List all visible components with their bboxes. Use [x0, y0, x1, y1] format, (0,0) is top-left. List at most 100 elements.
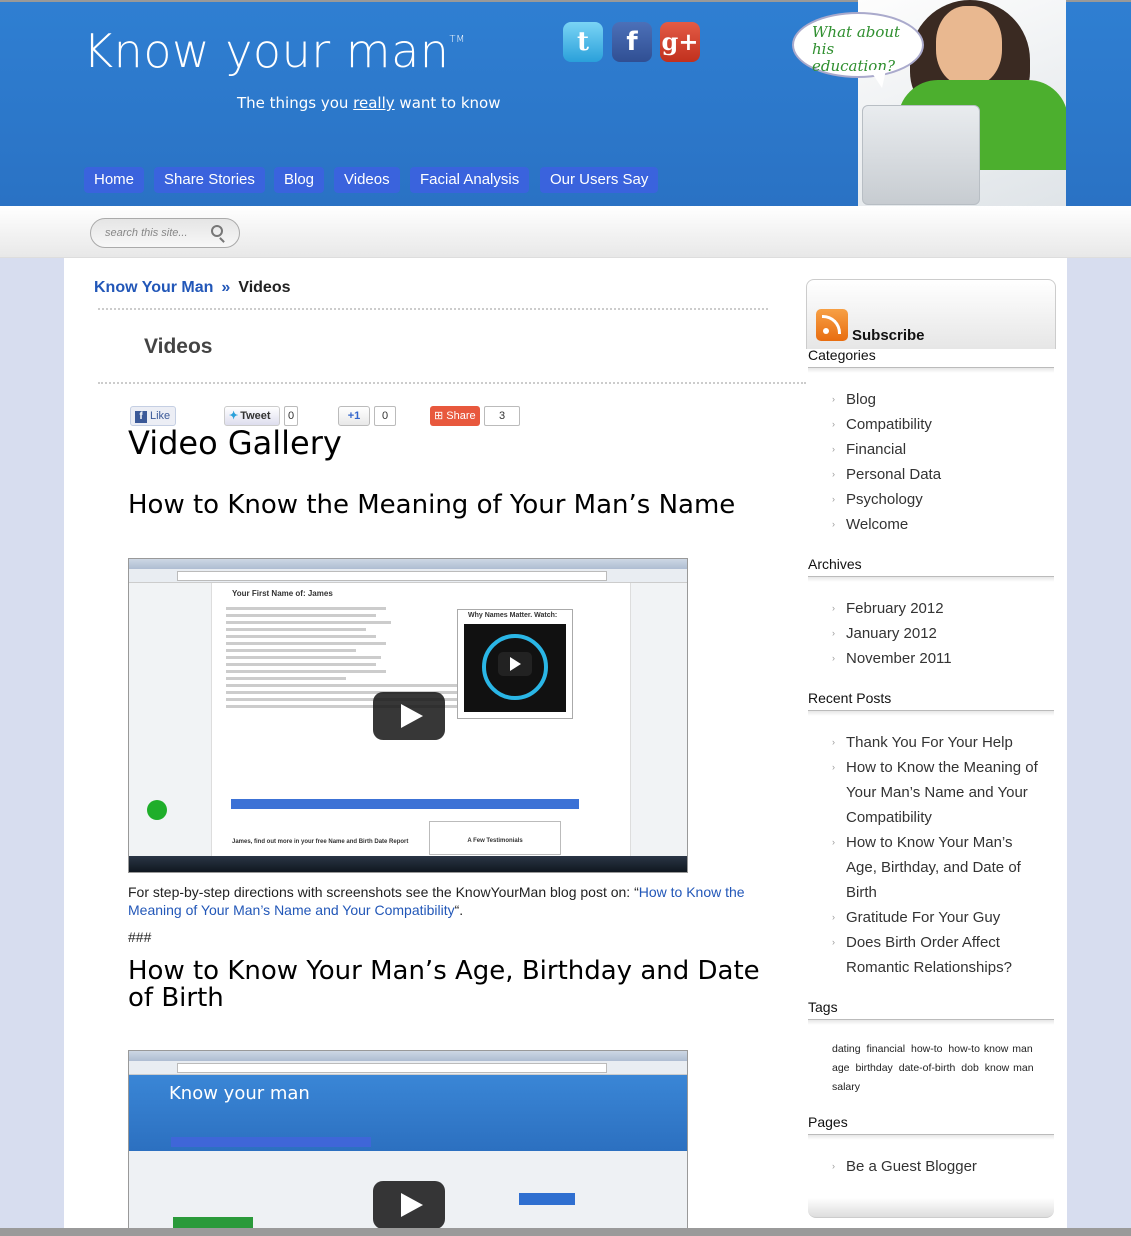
recent-post-link[interactable]: Gratitude For Your Guy: [846, 905, 1000, 930]
divider: [808, 1134, 1054, 1140]
video-player[interactable]: Know your man: [128, 1050, 688, 1230]
speech-bubble-tail: [870, 70, 886, 88]
trademark: TM: [449, 34, 466, 45]
tag-link[interactable]: dob: [961, 1062, 979, 1074]
recent-post-link[interactable]: Your Man’s Name and Your: [846, 780, 1028, 805]
category-link[interactable]: Personal Data: [846, 462, 941, 487]
category-link[interactable]: Blog: [846, 387, 876, 412]
tag-link[interactable]: dating: [832, 1043, 861, 1055]
recent-post-link[interactable]: Thank You For Your Help: [846, 730, 1013, 755]
nav-facial-analysis[interactable]: Facial Analysis: [410, 167, 530, 193]
tag-link[interactable]: how-to know man: [948, 1043, 1032, 1055]
share-count: 3: [484, 406, 520, 426]
archive-link[interactable]: January 2012: [846, 621, 937, 646]
facebook-icon[interactable]: f: [612, 22, 652, 62]
tags-heading: Tags: [808, 999, 838, 1015]
speech-bubble: What about his education?: [792, 12, 924, 78]
tag-link[interactable]: know man: [985, 1062, 1034, 1074]
nav-share-stories[interactable]: Share Stories: [154, 167, 265, 193]
tweet-count: 0: [284, 406, 298, 426]
facebook-like-button[interactable]: f Like: [130, 406, 176, 426]
tag-link[interactable]: how-to: [911, 1043, 943, 1055]
bullet-icon: ›: [832, 1161, 835, 1171]
sidebar-bottom: [808, 1198, 1054, 1218]
tag-link[interactable]: salary: [832, 1081, 860, 1093]
gallery-heading: Video Gallery: [128, 424, 342, 462]
archives-heading: Archives: [808, 556, 862, 572]
video-player[interactable]: Your First Name of: James James, find ou…: [128, 558, 688, 873]
google-plus-one-button[interactable]: +1: [338, 406, 370, 426]
bullet-icon: ›: [832, 628, 835, 638]
tag-link[interactable]: financial: [867, 1043, 906, 1055]
browser-tabs: [129, 1051, 687, 1061]
bullet-icon: ›: [832, 837, 835, 847]
archive-link[interactable]: February 2012: [846, 596, 944, 621]
divider: [808, 710, 1054, 716]
bullet-icon: ›: [832, 419, 835, 429]
breadcrumb-home-link[interactable]: Know Your Man: [94, 279, 213, 296]
bullet-icon: ›: [832, 603, 835, 613]
category-link[interactable]: Welcome: [846, 512, 908, 537]
nav-blog[interactable]: Blog: [274, 167, 325, 193]
video-title: How to Know Your Man’s Age, Birthday and…: [128, 956, 760, 1013]
recent-post-link[interactable]: Compatibility: [846, 805, 932, 830]
video-title: How to Know the Meaning of Your Man’s Na…: [128, 490, 736, 520]
categories-heading: Categories: [808, 347, 876, 363]
taskbar: [129, 856, 687, 872]
divider: [98, 308, 768, 310]
divider: [808, 367, 1054, 373]
bullet-icon: ›: [832, 394, 835, 404]
video-screen-heading: Your First Name of: James: [232, 589, 333, 598]
category-link[interactable]: Compatibility: [846, 412, 932, 437]
recent-post-link[interactable]: How to Know Your Man’s: [846, 830, 1013, 855]
video-caption: For step-by-step directions with screens…: [128, 884, 745, 918]
recent-post-link[interactable]: Age, Birthday, and Date of: [846, 855, 1021, 880]
video-screen-footer: James, find out more in your free Name a…: [232, 839, 409, 845]
twitter-bird-icon: ✦: [229, 410, 239, 422]
category-link[interactable]: Psychology: [846, 487, 923, 512]
tag-link[interactable]: birthday: [855, 1062, 892, 1074]
recent-post-link[interactable]: Birth: [846, 880, 877, 905]
bullet-icon: ›: [832, 653, 835, 663]
recent-post-link[interactable]: Romantic Relationships?: [846, 955, 1012, 980]
search-placeholder: search this site...: [105, 227, 188, 239]
video-screen-box: A Few Testimonials: [429, 821, 561, 855]
tweet-button[interactable]: ✦ Tweet: [224, 406, 280, 426]
recent-post-link[interactable]: Does Birth Order Affect: [846, 930, 1000, 955]
rss-icon[interactable]: [816, 309, 848, 341]
twitter-icon[interactable]: t: [563, 22, 603, 62]
site-logo[interactable]: Know your manTM: [83, 24, 465, 78]
search-icon[interactable]: [211, 225, 223, 237]
play-icon[interactable]: [373, 692, 445, 740]
pages-heading: Pages: [808, 1114, 848, 1130]
divider: [808, 576, 1054, 582]
embedded-video-thumbnail: Why Names Matter. Watch:: [457, 609, 573, 719]
page-link[interactable]: Be a Guest Blogger: [846, 1154, 977, 1179]
page-title: Videos: [144, 335, 213, 358]
tag-link[interactable]: date-of-birth: [899, 1062, 956, 1074]
search-input[interactable]: search this site...: [90, 218, 240, 248]
embedded-video-title: Why Names Matter. Watch:: [468, 612, 558, 619]
breadcrumb-separator: »: [221, 279, 231, 296]
facebook-icon: f: [135, 411, 147, 423]
browser-tabs: [129, 559, 687, 569]
play-icon[interactable]: [373, 1181, 445, 1229]
breadcrumb-current: Videos: [238, 279, 291, 296]
nav-home[interactable]: Home: [84, 167, 145, 193]
archive-link[interactable]: November 2011: [846, 646, 952, 671]
share-button[interactable]: ⊞ Share: [430, 406, 480, 426]
subscribe-link[interactable]: Subscribe: [852, 327, 925, 344]
site-tagline: The things you really want to know: [237, 94, 501, 112]
bullet-icon: ›: [832, 469, 835, 479]
recent-post-link[interactable]: How to Know the Meaning of: [846, 755, 1038, 780]
nav-our-users-say[interactable]: Our Users Say: [540, 167, 659, 193]
bullet-icon: ›: [832, 737, 835, 747]
browser-toolbar: [129, 569, 687, 583]
category-link[interactable]: Financial: [846, 437, 906, 462]
tag-link[interactable]: age: [832, 1062, 850, 1074]
google-plus-icon[interactable]: g+: [660, 22, 700, 62]
video-screen-header: Know your man: [129, 1075, 687, 1151]
nav-videos[interactable]: Videos: [334, 167, 400, 193]
cursor-marker: [147, 800, 167, 820]
breadcrumb: Know Your Man » Videos: [94, 279, 290, 297]
